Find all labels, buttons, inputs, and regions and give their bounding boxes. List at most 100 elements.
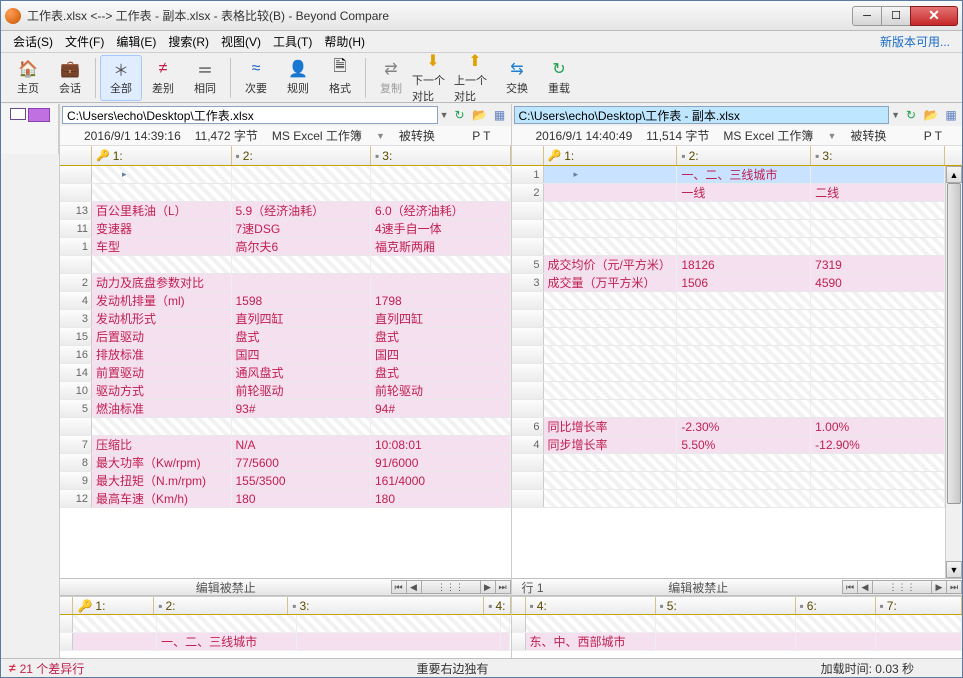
- tool-rules[interactable]: 👤规则: [277, 55, 319, 101]
- maximize-button[interactable]: ☐: [881, 6, 911, 26]
- close-button[interactable]: ✕: [910, 6, 958, 26]
- tool-session[interactable]: 💼会话: [49, 55, 91, 101]
- scroll-up[interactable]: ▲: [946, 166, 962, 183]
- right-grid[interactable]: 1一、二、三线城市2一线二线 5成交均价（元/平方米）1812673193成交量（…: [512, 166, 963, 578]
- thumbnail-icon[interactable]: [10, 108, 26, 120]
- scroll-left-start[interactable]: ⏮: [391, 580, 407, 594]
- table-row[interactable]: [60, 418, 511, 436]
- right-col-1[interactable]: 🔑1:: [544, 146, 678, 165]
- table-row[interactable]: 8最大功率（Kw/rpm)77/560091/6000: [60, 454, 511, 472]
- left-path-input[interactable]: [62, 106, 438, 124]
- scroll-left[interactable]: ◀: [857, 580, 873, 594]
- scroll-left-start[interactable]: ⏮: [842, 580, 858, 594]
- table-row[interactable]: 9最大扭矩（N.m/rpm)155/3500161/4000: [60, 472, 511, 490]
- menu-search[interactable]: 搜索(R): [162, 31, 215, 52]
- menu-help[interactable]: 帮助(H): [318, 31, 371, 52]
- cell: 直列四缸: [371, 310, 511, 327]
- table-row[interactable]: [512, 364, 946, 382]
- table-row[interactable]: [512, 292, 946, 310]
- scroll-down[interactable]: ▼: [946, 561, 962, 578]
- table-row[interactable]: [512, 238, 946, 256]
- tool-prev[interactable]: ⬆上一个对比: [454, 55, 496, 101]
- table-row[interactable]: [512, 346, 946, 364]
- left-col-3[interactable]: ▪3:: [371, 146, 511, 165]
- tool-home[interactable]: 🏠主页: [7, 55, 49, 101]
- table-row[interactable]: 14前置驱动通风盘式盘式: [60, 364, 511, 382]
- table-row[interactable]: [60, 184, 511, 202]
- menu-edit[interactable]: 编辑(E): [110, 31, 162, 52]
- table-row[interactable]: 15后置驱动盘式盘式: [60, 328, 511, 346]
- explorer-button[interactable]: ▦: [491, 106, 509, 124]
- table-row[interactable]: 7压缩比N/A10:08:01: [60, 436, 511, 454]
- table-row[interactable]: [512, 202, 946, 220]
- tool-reload[interactable]: ↻重载: [538, 55, 580, 101]
- scroll-thumb[interactable]: ⋮⋮⋮: [421, 580, 481, 594]
- table-row[interactable]: 5成交均价（元/平方米）181267319: [512, 256, 946, 274]
- table-row[interactable]: 3发动机形式直列四缸直列四缸: [60, 310, 511, 328]
- table-row[interactable]: [512, 382, 946, 400]
- table-row[interactable]: [512, 220, 946, 238]
- table-row[interactable]: 6同比增长率-2.30%1.00%: [512, 418, 946, 436]
- table-row[interactable]: 11变速器7速DSG4速手自一体: [60, 220, 511, 238]
- refresh-button[interactable]: ↻: [902, 106, 920, 124]
- table-row[interactable]: 1一、二、三线城市: [512, 166, 946, 184]
- table-row[interactable]: [512, 310, 946, 328]
- tool-minor[interactable]: ≈次要: [235, 55, 277, 101]
- vertical-scrollbar[interactable]: ▲ ▼: [945, 166, 962, 578]
- table-row[interactable]: 2动力及底盘参数对比: [60, 274, 511, 292]
- tool-next[interactable]: ⬇下一个对比: [412, 55, 454, 101]
- right-col-3[interactable]: ▪3:: [811, 146, 945, 165]
- right-path-input[interactable]: [514, 106, 890, 124]
- open-folder-button[interactable]: 📂: [922, 106, 940, 124]
- table-row[interactable]: [512, 472, 946, 490]
- open-folder-button[interactable]: 📂: [471, 106, 489, 124]
- tool-diff[interactable]: ≠差别: [142, 55, 184, 101]
- tool-same[interactable]: ＝相同: [184, 55, 226, 101]
- table-row[interactable]: [512, 490, 946, 508]
- menu-tools[interactable]: 工具(T): [267, 31, 318, 52]
- table-row[interactable]: [512, 454, 946, 472]
- left-grid[interactable]: 13百公里耗油（L）5.9（经济油耗）6.0（经济油耗）11变速器7速DSG4速…: [60, 166, 511, 578]
- cell: 发动机排量（ml): [92, 292, 232, 309]
- tool-all[interactable]: ＊全部: [100, 55, 142, 101]
- minimize-button[interactable]: ─: [852, 6, 882, 26]
- sheet-thumb-icon[interactable]: [28, 108, 50, 122]
- table-row[interactable]: 2一线二线: [512, 184, 946, 202]
- table-row[interactable]: 16排放标准国四国四: [60, 346, 511, 364]
- explorer-button[interactable]: ▦: [942, 106, 960, 124]
- tool-format[interactable]: 🗎格式: [319, 55, 361, 101]
- table-row[interactable]: [60, 256, 511, 274]
- menu-view[interactable]: 视图(V): [215, 31, 267, 52]
- left-col-2[interactable]: ▪2:: [232, 146, 372, 165]
- scroll-right-end[interactable]: ⏭: [495, 580, 511, 594]
- table-row[interactable]: 13百公里耗油（L）5.9（经济油耗）6.0（经济油耗）: [60, 202, 511, 220]
- table-row[interactable]: 10驱动方式前轮驱动前轮驱动: [60, 382, 511, 400]
- table-row[interactable]: 1车型高尔夫6福克斯两厢: [60, 238, 511, 256]
- table-row[interactable]: 4发动机排量（ml)15981798: [60, 292, 511, 310]
- sheet-row[interactable]: 东、中、西部城市: [512, 633, 963, 651]
- table-row[interactable]: [512, 328, 946, 346]
- table-row[interactable]: 3成交量（万平方米）15064590: [512, 274, 946, 292]
- scroll-left[interactable]: ◀: [406, 580, 422, 594]
- table-row[interactable]: 4同步增长率5.50%-12.90%: [512, 436, 946, 454]
- refresh-button[interactable]: ↻: [451, 106, 469, 124]
- right-col-2[interactable]: ▪2:: [677, 146, 811, 165]
- dropdown-icon[interactable]: ▼: [891, 110, 900, 120]
- dropdown-icon[interactable]: ▼: [440, 110, 449, 120]
- table-row[interactable]: 5燃油标准93#94#: [60, 400, 511, 418]
- table-row[interactable]: [512, 400, 946, 418]
- update-link[interactable]: 新版本可用...: [874, 31, 956, 52]
- sheet-row[interactable]: [512, 615, 963, 633]
- left-col-1[interactable]: 🔑1:: [92, 146, 232, 165]
- scroll-right-end[interactable]: ⏭: [946, 580, 962, 594]
- scroll-right[interactable]: ▶: [931, 580, 947, 594]
- menu-session[interactable]: 会话(S): [7, 31, 59, 52]
- menu-file[interactable]: 文件(F): [59, 31, 110, 52]
- sheet-row[interactable]: 一、二、三线城市: [60, 633, 511, 651]
- sheet-row[interactable]: [60, 615, 511, 633]
- table-row[interactable]: [60, 166, 511, 184]
- tool-swap[interactable]: ⇆交换: [496, 55, 538, 101]
- scroll-right[interactable]: ▶: [480, 580, 496, 594]
- table-row[interactable]: 12最高车速（Km/h)180180: [60, 490, 511, 508]
- scroll-thumb[interactable]: ⋮⋮⋮: [872, 580, 932, 594]
